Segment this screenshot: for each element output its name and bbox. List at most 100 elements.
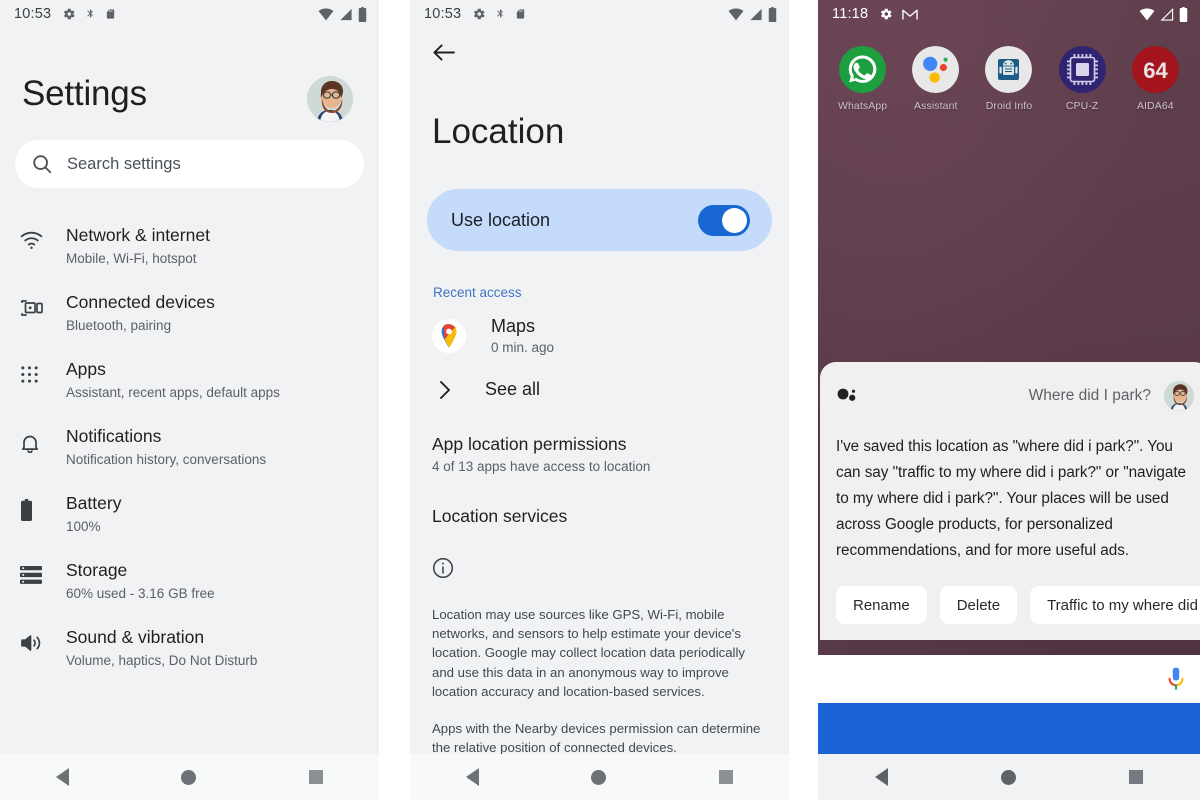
home-nav-button[interactable] [591,769,607,785]
app-cpu-z[interactable]: CPU-Z [1051,46,1113,112]
settings-screen: 10:53 Settings Search settings Network &… [0,0,379,800]
location-info-paragraph-2: Apps with the Nearby devices permission … [432,721,761,756]
app-droid-info[interactable]: Droid Info [978,46,1040,112]
app-location-permissions-subtitle: 4 of 13 apps have access to location [432,459,651,474]
sidebar-item-notifications[interactable]: Notifications Notification history, conv… [0,415,379,482]
search-input[interactable]: Search settings [15,140,364,188]
sidebar-item-subtitle: 60% used - 3.16 GB free [66,586,215,601]
bluetooth-icon [87,9,94,18]
location-screen: 10:53 Location Use location Recent acces… [410,0,789,800]
use-location-toggle-row[interactable]: Use location [427,189,772,251]
app-whatsapp[interactable]: WhatsApp [832,46,894,112]
app-label: CPU-Z [1065,100,1099,112]
status-bar-time: 10:53 [424,6,462,22]
assistant-response-card: Where did I park? I've saved this locati… [820,362,1200,640]
panel-divider [789,0,818,800]
sidebar-item-network[interactable]: Network & internet Mobile, Wi-Fi, hotspo… [0,214,379,281]
status-bar-notification-icons [879,7,918,21]
search-placeholder: Search settings [67,154,181,173]
apps-grid-icon [20,358,50,384]
info-icon [432,557,454,579]
back-arrow-icon [433,44,455,61]
location-services-row[interactable]: Location services [410,474,789,527]
sidebar-item-label: Storage [66,560,128,580]
sidebar-item-subtitle: Volume, haptics, Do Not Disturb [66,653,258,668]
sidebar-item-connected-devices[interactable]: Connected devices Bluetooth, pairing [0,281,379,348]
app-aida64[interactable]: 64 AIDA64 [1124,46,1186,112]
delete-chip[interactable]: Delete [939,586,1018,624]
gear-icon [881,8,892,20]
gear-icon [474,8,485,20]
bell-icon [20,425,50,453]
assistant-input-bar[interactable] [818,655,1200,703]
sdcard-icon [107,9,115,19]
see-all-button[interactable]: See all [410,355,789,400]
recents-nav-button[interactable] [308,770,323,784]
sidebar-item-label: Connected devices [66,292,215,312]
battery-icon [20,492,50,521]
avatar[interactable] [1164,381,1194,411]
status-bar-notification-icons [62,7,116,21]
app-label: Assistant [914,100,958,112]
sidebar-item-storage[interactable]: Storage 60% used - 3.16 GB free [0,549,379,616]
sidebar-item-apps[interactable]: Apps Assistant, recent apps, default app… [0,348,379,415]
avatar[interactable] [307,76,353,122]
sidebar-item-label: Battery [66,493,122,513]
status-bar-system-icons [728,6,777,22]
navigation-bar [0,754,379,800]
assistant-suggestion-chips: Rename Delete Traffic to my where did [836,586,1200,640]
battery-icon [768,6,777,22]
home-dock: WhatsApp Assistant Droid Info CPU-Z 64 A… [818,46,1200,112]
traffic-chip[interactable]: Traffic to my where did [1030,586,1200,624]
wifi-icon [318,7,334,20]
switch-knob [722,207,747,233]
search-icon [33,155,52,174]
home-nav-button[interactable] [181,769,197,785]
status-bar: 10:53 [410,0,789,28]
use-location-switch[interactable] [698,204,750,236]
see-all-label: See all [485,379,541,399]
droid-info-icon [985,46,1033,93]
home-nav-button[interactable] [1000,769,1016,785]
assistant-response-text: I've saved this location as "where did i… [836,438,1187,559]
volume-icon [20,626,50,653]
sidebar-item-label: Network & internet [66,225,210,245]
sidebar-item-sound[interactable]: Sound & vibration Volume, haptics, Do No… [0,616,379,683]
sidebar-item-subtitle: Bluetooth, pairing [66,318,172,333]
whatsapp-icon [839,46,887,93]
back-nav-button[interactable] [466,768,480,786]
back-button[interactable] [410,28,789,68]
app-assistant[interactable]: Assistant [905,46,967,112]
recents-nav-button[interactable] [718,770,733,784]
connected-devices-icon [20,291,50,318]
aida64-icon: 64 [1131,46,1179,93]
rename-chip[interactable]: Rename [836,586,927,624]
gear-icon [64,8,75,20]
sidebar-item-subtitle: Notification history, conversations [66,452,267,467]
status-bar: 10:53 [0,0,379,28]
settings-list: Network & internet Mobile, Wi-Fi, hotspo… [0,214,379,683]
recents-nav-button[interactable] [1129,770,1144,784]
wifi-icon [728,7,744,20]
sidebar-item-subtitle: Mobile, Wi-Fi, hotspot [66,251,197,266]
back-nav-button[interactable] [874,768,888,786]
assistant-dots-icon [836,386,862,406]
navigation-bar [818,754,1200,800]
google-mic-icon[interactable] [1166,666,1186,692]
status-bar: 11:18 [818,0,1200,28]
assistant-screen: 11:18 WhatsApp Assistant Droid Info CPU-… [818,0,1200,800]
recent-access-item-maps[interactable]: Maps 0 min. ago [410,300,789,355]
bluetooth-icon [497,9,504,18]
assistant-card-header: Where did I park? [836,378,1194,414]
storage-icon [20,559,50,584]
sidebar-item-battery[interactable]: Battery 100% [0,482,379,549]
location-info-block: Location may use sources like GPS, Wi-Fi… [410,527,789,757]
assistant-query-text: Where did I park? [1028,387,1151,404]
status-bar-notification-icons [472,7,526,21]
wifi-icon [1139,7,1155,20]
app-location-permissions-row[interactable]: App location permissions 4 of 13 apps ha… [410,400,789,474]
gmail-icon [902,9,918,20]
sdcard-icon [517,9,525,19]
page-title: Location [432,112,565,151]
back-nav-button[interactable] [56,768,70,786]
